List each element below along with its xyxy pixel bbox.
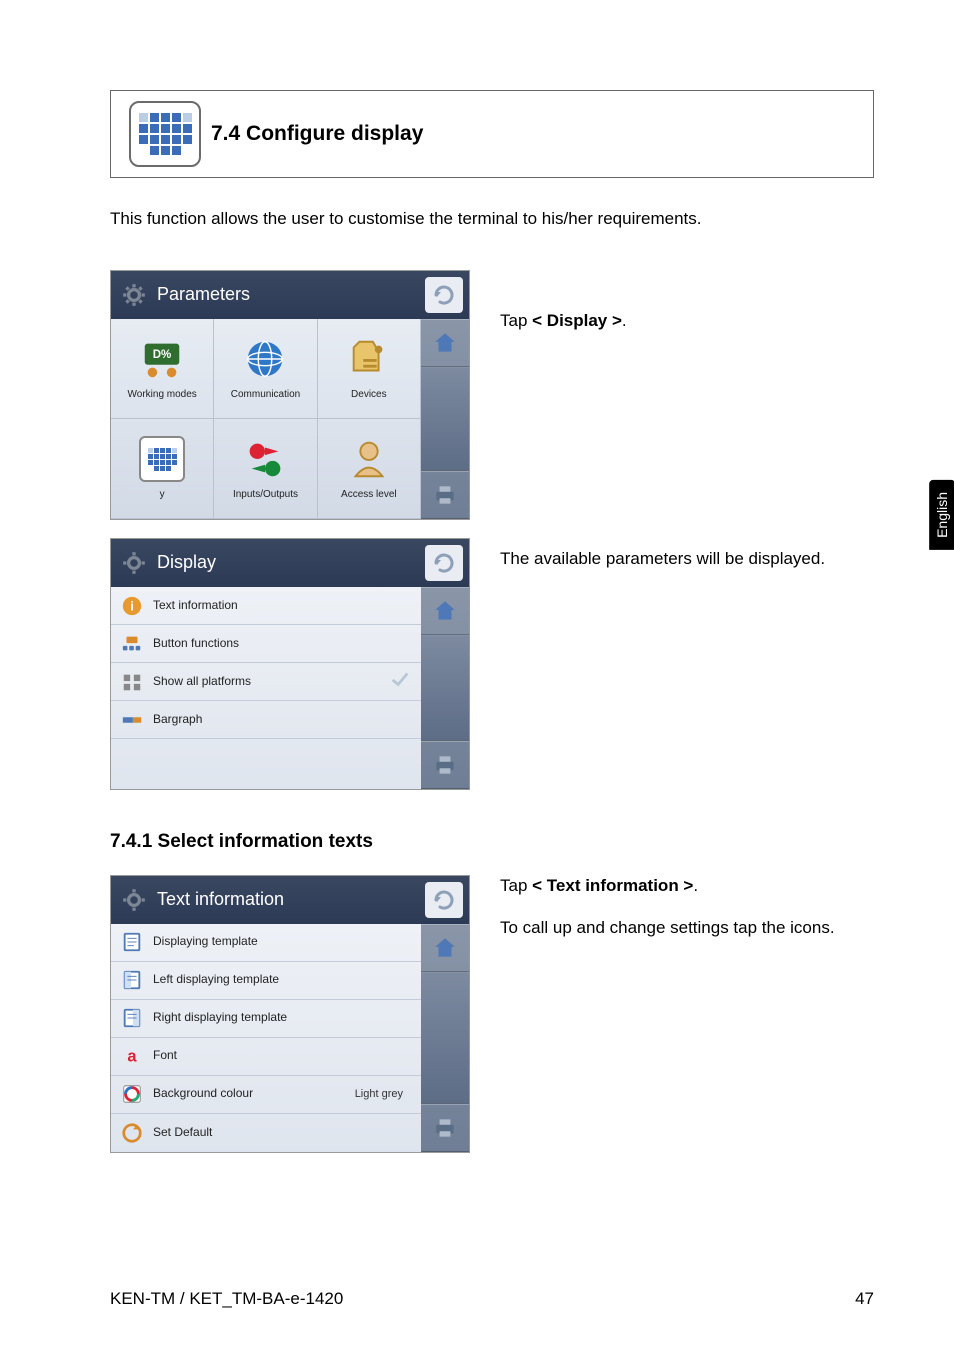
footer-left: KEN-TM / KET_TM-BA-e-1420: [110, 1288, 343, 1310]
print-button[interactable]: [421, 741, 469, 789]
svg-text:a: a: [127, 1048, 137, 1066]
footer-page-number: 47: [855, 1288, 874, 1310]
displaying-template-row[interactable]: Displaying template: [111, 924, 421, 962]
svg-text:i: i: [130, 598, 134, 613]
display-tile-icon: [139, 436, 185, 482]
background-colour-row[interactable]: Background colour Light grey: [111, 1076, 421, 1114]
font-row[interactable]: a Font: [111, 1038, 421, 1076]
gear-icon: [121, 550, 147, 576]
colour-icon: [121, 1083, 143, 1105]
right-template-row[interactable]: Right displaying template: [111, 1000, 421, 1038]
display-tile[interactable]: y: [111, 419, 214, 519]
devices-icon: [346, 336, 392, 382]
tile-label: Access level: [341, 488, 397, 501]
back-button[interactable]: [425, 545, 463, 581]
list-item-label: Show all platforms: [153, 674, 379, 690]
list-item-label: Right displaying template: [153, 1010, 411, 1026]
reset-icon: [121, 1122, 143, 1144]
left-template-icon: [121, 969, 143, 991]
text-information-screenshot: Text information Displaying template: [110, 875, 470, 1153]
tile-label: y: [160, 488, 165, 501]
tile-label: Devices: [351, 388, 387, 401]
panel-title: Text information: [157, 888, 284, 911]
info-icon: i: [121, 595, 143, 617]
working-modes-tile[interactable]: D% Working modes: [111, 319, 214, 419]
check-icon: [389, 668, 411, 695]
platforms-icon: [121, 671, 143, 693]
tile-label: Communication: [231, 388, 300, 401]
gear-icon: [121, 887, 147, 913]
inputs-outputs-tile[interactable]: Inputs/Outputs: [214, 419, 317, 519]
list-item-label: Button functions: [153, 636, 411, 652]
bargraph-icon: [121, 709, 143, 731]
right-template-icon: [121, 1007, 143, 1029]
sidebar-spacer: [421, 635, 469, 741]
panel-title: Parameters: [157, 283, 250, 306]
display-icon: [129, 101, 201, 167]
back-button[interactable]: [425, 882, 463, 918]
empty-row: [111, 739, 421, 789]
section-title: 7.4 Configure display: [211, 120, 423, 147]
inputs-outputs-icon: [242, 436, 288, 482]
print-button[interactable]: [421, 471, 469, 519]
home-button[interactable]: [421, 587, 469, 635]
font-icon: a: [121, 1045, 143, 1067]
tile-label: Inputs/Outputs: [233, 488, 298, 501]
list-item-label: Text information: [153, 598, 411, 614]
set-default-row[interactable]: Set Default: [111, 1114, 421, 1152]
change-settings-note: To call up and change settings tap the i…: [500, 917, 874, 939]
gear-icon: [121, 282, 147, 308]
communication-icon: [242, 336, 288, 382]
list-item-label: Displaying template: [153, 934, 411, 950]
list-item-value: Light grey: [355, 1087, 411, 1101]
show-all-platforms-row[interactable]: Show all platforms: [111, 663, 421, 701]
list-item-label: Set Default: [153, 1125, 411, 1141]
tile-label: Working modes: [128, 388, 197, 401]
buttons-icon: [121, 633, 143, 655]
available-parameters-note: The available parameters will be display…: [500, 548, 874, 570]
subsection-title: 7.4.1 Select information texts: [110, 830, 874, 855]
display-screenshot: Display i Text information: [110, 538, 470, 790]
home-button[interactable]: [421, 924, 469, 972]
list-item-label: Font: [153, 1048, 411, 1064]
list-item-label: Left displaying template: [153, 972, 411, 988]
parameters-screenshot: Parameters D% Working modes: [110, 270, 470, 520]
template-icon: [121, 931, 143, 953]
access-level-tile[interactable]: Access level: [318, 419, 421, 519]
language-tab: English: [929, 480, 954, 550]
print-button[interactable]: [421, 1104, 469, 1152]
tap-text-info-note: Tap < Text information >.: [500, 875, 874, 897]
home-button[interactable]: [421, 319, 469, 367]
list-item-label: Bargraph: [153, 712, 411, 728]
svg-text:D%: D%: [153, 349, 172, 361]
section-intro: This function allows the user to customi…: [110, 208, 874, 230]
text-information-row[interactable]: i Text information: [111, 587, 421, 625]
access-level-icon: [346, 436, 392, 482]
section-header: 7.4 Configure display: [110, 90, 874, 178]
page-footer: KEN-TM / KET_TM-BA-e-1420 47: [110, 1288, 874, 1310]
bargraph-row[interactable]: Bargraph: [111, 701, 421, 739]
sidebar-spacer: [421, 367, 469, 471]
tap-display-note: Tap < Display >.: [500, 310, 874, 332]
left-template-row[interactable]: Left displaying template: [111, 962, 421, 1000]
list-item-label: Background colour: [153, 1086, 345, 1102]
back-button[interactable]: [425, 277, 463, 313]
communication-tile[interactable]: Communication: [214, 319, 317, 419]
panel-title: Display: [157, 551, 216, 574]
devices-tile[interactable]: Devices: [318, 319, 421, 419]
sidebar-spacer: [421, 972, 469, 1104]
button-functions-row[interactable]: Button functions: [111, 625, 421, 663]
working-modes-icon: D%: [139, 336, 185, 382]
